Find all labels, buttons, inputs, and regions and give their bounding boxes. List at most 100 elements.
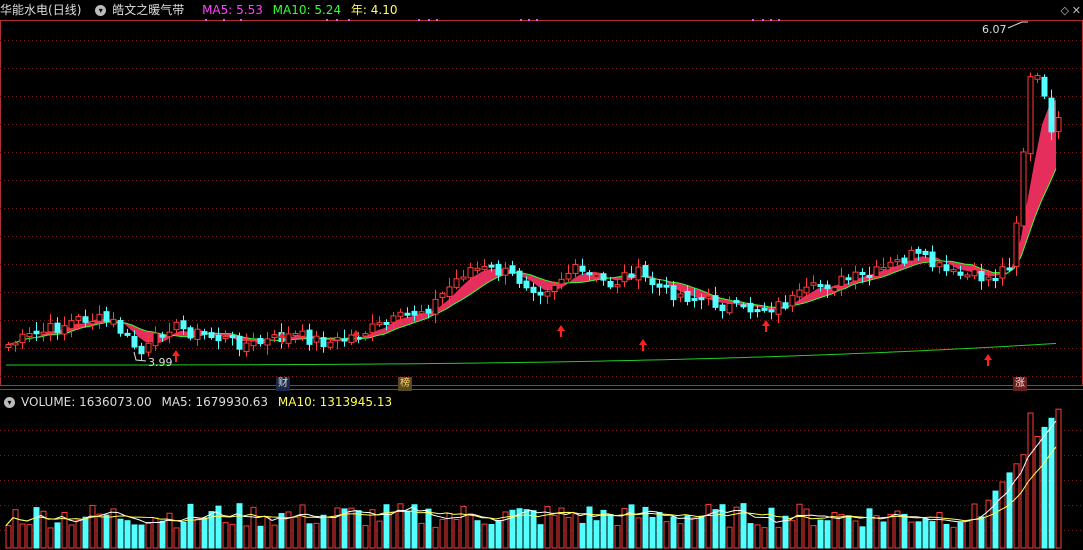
candle-down bbox=[537, 291, 544, 296]
candle-down bbox=[530, 286, 537, 294]
candle-up bbox=[635, 266, 642, 281]
volume-bar bbox=[789, 520, 796, 549]
candle-down bbox=[341, 338, 348, 342]
buy-signal-arrow-icon bbox=[984, 354, 992, 366]
signal-dot bbox=[520, 19, 522, 21]
volume-bar bbox=[54, 522, 61, 549]
candle-up bbox=[999, 266, 1006, 279]
candle-down bbox=[138, 345, 145, 355]
candle-down bbox=[684, 290, 691, 302]
candle-down bbox=[607, 280, 614, 288]
candle-up bbox=[271, 334, 278, 339]
volume-bar bbox=[971, 503, 978, 549]
main-panel-frame bbox=[0, 20, 1083, 386]
candle-up bbox=[152, 332, 159, 347]
volume-bar bbox=[229, 523, 236, 549]
buy-signal-arrow-icon bbox=[172, 350, 180, 362]
chevron-down-icon[interactable]: ▾ bbox=[95, 5, 107, 16]
candle-down bbox=[229, 335, 236, 339]
candle-up bbox=[621, 272, 628, 283]
candle-up bbox=[481, 266, 488, 270]
candle-down bbox=[117, 319, 124, 334]
volume-bar bbox=[19, 523, 26, 549]
candle-down bbox=[915, 248, 922, 254]
close-icon[interactable]: ✕ bbox=[1072, 4, 1081, 17]
volume-bar bbox=[628, 504, 635, 549]
volume-bar bbox=[12, 509, 19, 549]
candle-down bbox=[495, 263, 502, 276]
volume-bar bbox=[964, 520, 971, 549]
diamond-icon[interactable]: ◇ bbox=[1061, 4, 1069, 17]
high-price-label: 6.07 bbox=[982, 23, 1007, 36]
volume-bar bbox=[901, 513, 908, 549]
candle-up bbox=[26, 332, 33, 338]
volume-bar bbox=[68, 524, 75, 549]
volume-bar bbox=[852, 520, 859, 549]
candle-up bbox=[831, 286, 838, 292]
volume-bar bbox=[376, 520, 383, 549]
volume-ma5-line bbox=[5, 420, 1057, 526]
stock-name[interactable]: 华能水电 bbox=[0, 3, 48, 17]
volume-bar bbox=[334, 507, 341, 549]
volume-bar bbox=[362, 525, 369, 549]
volume-bar bbox=[649, 516, 656, 549]
candle-down bbox=[257, 338, 264, 345]
volume-bar bbox=[1006, 472, 1013, 549]
volume-bar bbox=[404, 510, 411, 549]
candle-up bbox=[474, 267, 481, 271]
limit-up-marker[interactable]: 涨 bbox=[1013, 377, 1027, 391]
candle-up bbox=[873, 266, 880, 278]
volume-bar bbox=[880, 521, 887, 549]
volume-bar bbox=[250, 506, 257, 549]
volume-bar bbox=[418, 522, 425, 549]
ranking-list-marker[interactable]: 榜 bbox=[398, 377, 412, 391]
candle-up bbox=[75, 315, 82, 321]
volume-bar bbox=[691, 517, 698, 549]
chevron-down-icon[interactable]: ▾ bbox=[4, 397, 15, 408]
candle-down bbox=[761, 307, 768, 311]
candle-down bbox=[859, 271, 866, 275]
signal-dot bbox=[778, 19, 780, 21]
volume-bar bbox=[726, 526, 733, 549]
volume-bar bbox=[292, 516, 299, 549]
candle-down bbox=[82, 316, 89, 323]
candle-down bbox=[523, 280, 530, 289]
volume-bar bbox=[978, 516, 985, 549]
candle-up bbox=[1013, 222, 1020, 267]
stock-chart[interactable]: 6.07 3.99 bbox=[0, 0, 1083, 550]
candle-down bbox=[691, 297, 698, 301]
candle-up bbox=[61, 325, 68, 335]
candle-down bbox=[866, 274, 873, 278]
volume-bar bbox=[663, 521, 670, 549]
volume-bar bbox=[236, 503, 243, 549]
indicator-name[interactable]: 皓文之暖气带 bbox=[112, 3, 184, 17]
candle-down bbox=[159, 334, 166, 338]
volume-bar bbox=[754, 524, 761, 549]
candle-up bbox=[810, 282, 817, 286]
volume-bar bbox=[565, 517, 572, 549]
candle-up bbox=[460, 276, 467, 280]
volume-bar bbox=[761, 527, 768, 549]
candle-down bbox=[957, 271, 964, 276]
volume-bar bbox=[320, 514, 327, 549]
candle-down bbox=[719, 304, 726, 312]
volume-bar bbox=[824, 520, 831, 549]
volume-bar bbox=[306, 523, 313, 549]
candle-down bbox=[698, 297, 705, 301]
candle-up bbox=[68, 320, 75, 330]
volume-bar bbox=[817, 519, 824, 549]
candle-up bbox=[19, 333, 26, 344]
volume-bar bbox=[607, 514, 614, 549]
financial-report-marker[interactable]: 财 bbox=[276, 377, 290, 391]
candle-down bbox=[600, 273, 607, 281]
volume-bar bbox=[26, 524, 33, 549]
candle-up bbox=[950, 269, 957, 273]
volume-bar bbox=[887, 513, 894, 549]
volume-bar bbox=[957, 522, 964, 549]
candle-up bbox=[145, 342, 152, 353]
candle-up bbox=[887, 261, 894, 268]
candle-up bbox=[432, 298, 439, 315]
candle-up bbox=[292, 333, 299, 337]
candle-up bbox=[852, 271, 859, 282]
candle-down bbox=[943, 264, 950, 272]
